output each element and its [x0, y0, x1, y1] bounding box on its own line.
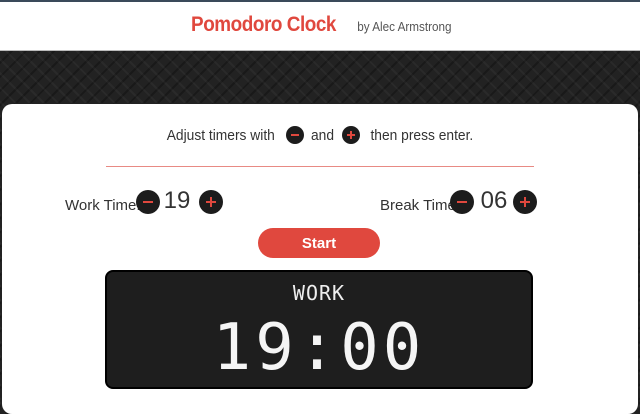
plus-icon — [341, 126, 360, 145]
instructions: Adjust timers with and then press enter. — [0, 126, 640, 145]
author-byline: by Alec Armstrong — [357, 19, 452, 34]
break-decrease-button[interactable] — [450, 190, 474, 214]
title-container: Pomodoro Clock by Alec Armstrong — [0, 13, 640, 37]
timer-time: 19:00 — [212, 311, 426, 385]
app-title: Pomodoro Clock — [190, 13, 336, 36]
work-time-value: 19 — [163, 187, 191, 214]
divider — [106, 166, 534, 167]
minus-icon — [286, 126, 305, 145]
work-time-label: Work Time: — [65, 197, 141, 214]
instructions-text-1: Adjust timers with — [167, 126, 276, 144]
instructions-text-3: then press enter. — [370, 126, 474, 144]
start-button[interactable]: Start — [258, 228, 380, 258]
work-increase-button[interactable] — [199, 190, 223, 214]
header-bar: Pomodoro Clock by Alec Armstrong — [0, 0, 640, 51]
break-time-value: 06 — [480, 187, 508, 214]
break-increase-button[interactable] — [513, 190, 537, 214]
timer-mode: WORK — [292, 281, 346, 305]
break-time-label: Break Time: — [380, 197, 461, 214]
timer-display: WORK 19:00 — [105, 270, 533, 389]
work-decrease-button[interactable] — [136, 190, 160, 214]
instructions-text-2: and — [311, 126, 335, 144]
header-top-line — [0, 0, 640, 2]
